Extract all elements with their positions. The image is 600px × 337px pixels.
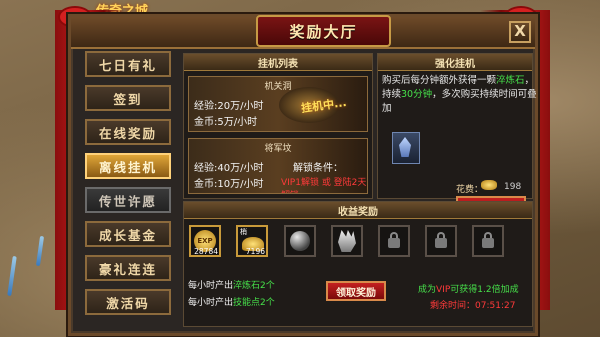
close-button[interactable]: X <box>509 21 531 43</box>
window-title: 奖励大厅 <box>289 22 358 41</box>
exp-count: 28784 <box>194 247 218 256</box>
steel-ball-icon <box>290 231 310 251</box>
remaining-label: 剩余时间： <box>430 301 476 311</box>
vip-word: VIP <box>436 285 451 295</box>
cost-label: 花费： <box>456 185 484 195</box>
reward-slot-steel-ball[interactable] <box>284 225 316 257</box>
hang-card-1[interactable]: 机关洞 经验:20万/小时 金币:5万/小时 挂机中... <box>188 76 368 132</box>
refine-stone-icon <box>392 132 420 164</box>
gold-slot-label: 梢 <box>240 228 247 236</box>
card1-gold: 金币:5万/小时 <box>194 117 258 128</box>
gold-count: 7196 <box>245 247 265 256</box>
reward-slot-locked-3[interactable] <box>472 225 504 257</box>
desc-item: 淬炼石 <box>496 75 525 86</box>
card1-exp: 经验:20万/小时 <box>194 101 264 112</box>
card1-tag: 机关洞 <box>264 82 292 92</box>
reward-slot-locked-1[interactable] <box>378 225 410 257</box>
title-plate: 奖励大厅 <box>256 15 391 47</box>
output-line-2: 每小时产出技能点2个 <box>188 295 275 308</box>
rewards-header: 收益奖励 <box>184 202 532 219</box>
reward-slot-claw-stone[interactable] <box>331 225 363 257</box>
claw-stone-icon <box>338 230 356 252</box>
sidebar-item-online-reward[interactable]: 在线奖励 <box>85 119 171 145</box>
card2-gold: 金币:10万/小时 <box>194 179 264 190</box>
reward-slot-locked-2[interactable] <box>425 225 457 257</box>
vip-prefix: 成为 <box>418 285 437 295</box>
lock-icon <box>435 232 447 248</box>
sidebar-item-growth-fund[interactable]: 成长基金 <box>85 221 171 247</box>
strengthen-panel: 强化挂机 购买后每分钟额外获得一颗淬炼石，持续30分钟，多次购买持续时间可叠加 … <box>377 53 537 218</box>
desc-duration: 30分钟 <box>401 89 433 100</box>
hang-list-header: 挂机列表 <box>184 54 372 71</box>
output-line-2-item: 技能点2个 <box>233 298 275 308</box>
card2-exp: 经验:40万/小时 <box>194 163 264 174</box>
strengthen-description: 购买后每分钟额外获得一颗淬炼石，持续30分钟，多次购买持续时间可叠加 <box>382 74 542 116</box>
sidebar-item-activation-code[interactable]: 激活码 <box>85 289 171 315</box>
output-line-1: 每小时产出淬炼石2个 <box>188 278 275 291</box>
sidebar-item-wish[interactable]: 传世许愿 <box>85 187 171 213</box>
lock-icon <box>388 232 400 248</box>
reward-slot-gold[interactable]: 梢 7196 <box>236 225 268 257</box>
sidebar: 七日有礼 签到 在线奖励 离线挂机 传世许愿 成长基金 豪礼连连 激活码 <box>85 51 173 323</box>
sidebar-item-offline-hang[interactable]: 离线挂机 <box>85 153 171 179</box>
vip-bonus-text: 成为VIP可获得1.2倍加成 <box>418 282 519 295</box>
output-line-1-item: 淬炼石2个 <box>233 281 275 291</box>
exp-label: EXP <box>197 237 213 245</box>
hang-card-2[interactable]: 将军坟 经验:40万/小时 解锁条件： 金币:10万/小时 VIP1解锁 或 登… <box>188 138 368 194</box>
card2-unlock-condition: VIP1解锁 或 登陆2天解锁 <box>281 178 367 193</box>
desc-part-1: 购买后每分钟额外获得一颗 <box>382 75 497 86</box>
cost-value: 198 <box>504 182 522 192</box>
remaining-value: 07:51:27 <box>475 301 516 311</box>
card2-unlock-label: 解锁条件： <box>293 163 343 174</box>
output-line-1-prefix: 每小时产出 <box>188 281 234 291</box>
reward-slot-exp[interactable]: EXP 28784 <box>189 225 221 257</box>
hang-list-panel: 挂机列表 机关洞 经验:20万/小时 金币:5万/小时 挂机中... 将军坟 经… <box>183 53 373 199</box>
vip-suffix: 可获得1.2倍加成 <box>450 285 519 295</box>
strengthen-header: 强化挂机 <box>378 54 532 71</box>
output-line-2-prefix: 每小时产出 <box>188 298 234 308</box>
sidebar-item-seven-day[interactable]: 七日有礼 <box>85 51 171 77</box>
remaining-time: 剩余时间：07:51:27 <box>430 298 515 311</box>
rewards-panel: 收益奖励 EXP 28784 梢 7196 每小时产出淬炼石2个 每小时产出技能… <box>183 201 533 327</box>
lock-icon <box>482 232 494 248</box>
sidebar-item-sign-in[interactable]: 签到 <box>85 85 171 111</box>
card2-tag: 将军坟 <box>264 144 292 154</box>
claim-reward-button[interactable]: 领取奖励 <box>326 281 386 301</box>
gold-ingot-icon <box>481 180 497 190</box>
sidebar-item-gift-series[interactable]: 豪礼连连 <box>85 255 171 281</box>
